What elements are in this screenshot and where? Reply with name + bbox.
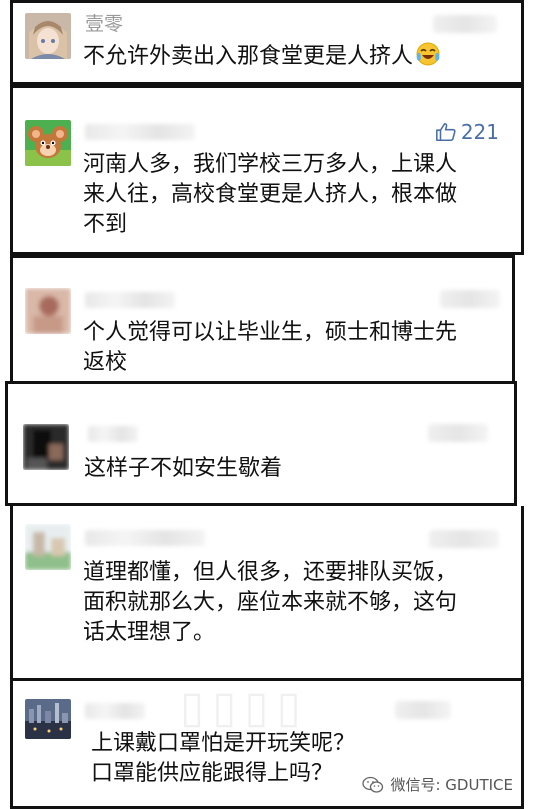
comment-text: 道理都懂，但人很多，还要排队买饭， 面积就那么大，座位本来就不够，这句 话太理想… <box>83 560 458 645</box>
redacted-name <box>85 703 145 719</box>
wechat-icon <box>362 776 384 793</box>
comment-card-4: 这样子不如安生歇着 <box>5 381 517 506</box>
avatar-blurred-photo-icon <box>25 288 71 334</box>
like-button[interactable]: 221 <box>435 120 499 144</box>
redacted-likes <box>428 424 488 442</box>
avatar-city-night-icon <box>25 699 71 739</box>
comment-card-3: 个人觉得可以让毕业生，硕士和博士先 返校 <box>10 255 515 381</box>
comment-text: 上课戴口罩怕是开玩笑呢？ 口罩能供应能跟得上吗？ <box>91 731 356 786</box>
comment-card-2: 221 河南人多，我们学校三万多人，上课人 来人往，高校食堂更是人挤人，根本做 … <box>10 85 524 255</box>
background-watermark-ghost: ▯▯▯▯ <box>180 682 309 733</box>
avatar-anime-icon <box>25 13 71 59</box>
commenter-name: 壹零 <box>85 13 124 35</box>
crying-laughing-emoji-icon <box>415 41 441 76</box>
thumbs-up-icon <box>435 122 456 142</box>
watermark-text: 微信号: GDUTICE <box>390 776 513 794</box>
redacted-name <box>85 530 205 546</box>
redacted-likes <box>395 701 451 719</box>
redacted-name <box>85 124 195 140</box>
comment-text: 个人觉得可以让毕业生，硕士和博士先 返校 <box>83 320 458 375</box>
comment-card-1: 壹零 不允许外卖出入那食堂更是人挤人 <box>10 0 524 85</box>
avatar-blurred-dark-icon <box>23 424 69 470</box>
wechat-watermark: 微信号: GDUTICE <box>362 774 513 795</box>
redacted-name <box>85 292 175 308</box>
redacted-likes <box>429 530 499 548</box>
redacted-likes <box>433 15 497 33</box>
comment-text: 河南人多，我们学校三万多人，上课人 来人往，高校食堂更是人挤人，根本做 不到 <box>83 152 458 237</box>
comment-text: 不允许外卖出入那食堂更是人挤人 <box>83 41 441 76</box>
redacted-name <box>88 426 138 442</box>
redacted-likes <box>440 290 500 308</box>
like-count: 221 <box>460 120 499 144</box>
comment-card-5: 道理都懂，但人很多，还要排队买饭， 面积就那么大，座位本来就不够，这句 话太理想… <box>10 506 524 682</box>
avatar-cartoon-mouse-icon <box>25 120 71 166</box>
comment-text: 这样子不如安生歇着 <box>84 456 283 481</box>
avatar-blurred-landscape-icon <box>25 524 71 570</box>
